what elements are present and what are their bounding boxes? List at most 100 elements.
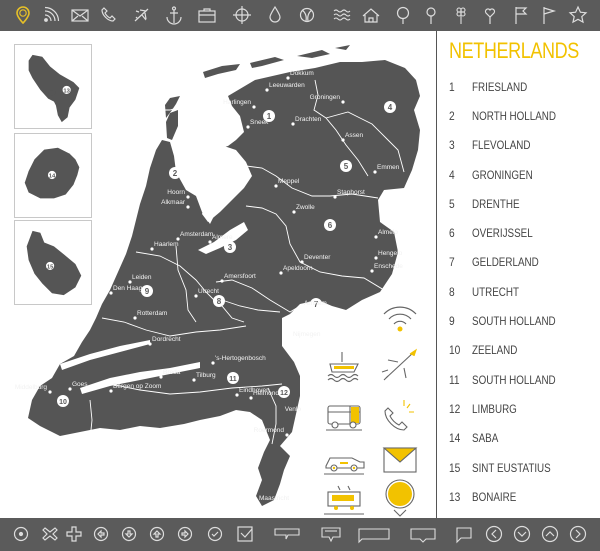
city-label: Almere (212, 234, 233, 241)
legend-title: NETHERLANDS (449, 38, 579, 63)
city-label: Tilburg (196, 372, 216, 379)
city-dot (290, 501, 294, 505)
arrow-right-circle-icon[interactable] (173, 523, 197, 545)
compass-icon[interactable] (231, 4, 253, 26)
legend-item-name: SINT EUSTATIUS (472, 460, 551, 475)
city-label: Den Haag (113, 285, 143, 292)
legend-item-name: BONAIRE (472, 489, 517, 504)
city-label: Utrecht (198, 288, 219, 295)
legend-item: 9 SOUTH HOLLAND (449, 306, 599, 335)
speech-bubble-small-icon[interactable] (318, 523, 344, 545)
water-drop-icon[interactable] (264, 4, 286, 26)
marker-3: 3 (224, 241, 236, 253)
city-label: Haarlem (154, 241, 179, 248)
waves-icon[interactable] (331, 4, 353, 26)
arrow-left-circle-icon[interactable] (89, 523, 113, 545)
city-label: Roermond (254, 427, 285, 434)
legend-item-name: GELDERLAND (472, 255, 539, 270)
legend-item: 13 BONAIRE (449, 482, 599, 511)
arrow-up-circle-icon[interactable] (145, 523, 169, 545)
check-circle-icon[interactable] (203, 523, 227, 545)
city-label: Amsterdam (180, 231, 213, 238)
marker-5: 5 (340, 160, 352, 172)
legend-item-name: SOUTH HOLLAND (472, 314, 556, 329)
legend-item-number: 6 (449, 226, 455, 241)
chevron-left-circle-icon[interactable] (482, 523, 506, 545)
city-label: Dokkum (290, 70, 314, 77)
clover-pin-icon[interactable] (450, 4, 472, 26)
city-label: Drachten (295, 116, 322, 123)
city-label: Breda (163, 369, 181, 376)
chevron-down-circle-icon[interactable] (510, 523, 534, 545)
legend-item-number: 2 (449, 108, 455, 123)
star-icon[interactable] (567, 4, 589, 26)
radio-dot-icon[interactable] (9, 523, 33, 545)
legend-item: 15 SINT EUSTATIUS (449, 453, 599, 482)
rss-icon[interactable] (40, 4, 62, 26)
legend-item-name: SABA (472, 431, 499, 446)
city-label: Amersfoort (224, 273, 256, 280)
small-pin-icon[interactable] (420, 4, 442, 26)
briefcase-icon[interactable] (196, 4, 218, 26)
airplane-icon[interactable] (131, 4, 153, 26)
svg-text:11: 11 (229, 376, 237, 383)
speech-bubble-wide-icon[interactable] (356, 523, 392, 545)
legend-item: 12 LIMBURG (449, 394, 599, 423)
legend-item-number: 15 (449, 460, 461, 475)
city-dot (302, 412, 306, 416)
phone-icon[interactable] (98, 4, 120, 26)
globe-icon[interactable] (296, 4, 318, 26)
city-label: Nijmegen (293, 331, 321, 338)
heart-pin-icon[interactable] (479, 4, 501, 26)
chevron-up-circle-icon[interactable] (538, 523, 562, 545)
legend-item-name: GRONINGEN (472, 167, 533, 182)
speech-bubble-center-icon[interactable] (408, 523, 438, 545)
svg-text:9: 9 (145, 287, 150, 296)
ship-icon (320, 344, 368, 386)
city-label: Emmen (377, 164, 400, 171)
home-icon[interactable] (360, 4, 382, 26)
city-label: Leiden (132, 274, 152, 281)
legend-item-number: 8 (449, 284, 455, 299)
city-label: Deventer (304, 254, 331, 261)
city-label: Arnhem (304, 300, 327, 307)
envelope-icon[interactable] (69, 4, 91, 26)
netherlands-map: 1 2 3 4 5 6 7 8 9 10 11 12 Dokkum Leeuwar… (0, 31, 436, 518)
legend-item-number: 12 (449, 401, 461, 416)
anchor-icon[interactable] (163, 4, 185, 26)
city-label: Hoorn (167, 189, 185, 196)
marker-9: 9 (141, 285, 153, 297)
chevron-right-circle-icon[interactable] (566, 523, 590, 545)
city-dot (48, 390, 52, 394)
airplane-icon (376, 344, 424, 386)
speech-bubble-icon[interactable] (272, 523, 302, 545)
legend-item-name: NORTH HOLLAND (472, 108, 557, 123)
city-label: Helmond (253, 390, 279, 397)
svg-text:4: 4 (388, 103, 393, 112)
legend-item-name: LIMBURG (472, 401, 517, 416)
flag-icon[interactable] (510, 4, 532, 26)
round-pin-icon[interactable] (392, 4, 414, 26)
city-label: Goes (72, 381, 88, 388)
close-x-icon[interactable] (38, 523, 62, 545)
arrow-down-circle-icon[interactable] (117, 523, 141, 545)
city-dot (341, 100, 345, 104)
city-label: Assen (345, 132, 363, 139)
speech-bubble-square-icon[interactable] (452, 523, 476, 545)
city-label: Enschede (374, 263, 403, 270)
legend-item: 1 FRIESLAND (449, 72, 599, 101)
city-label: Zwolle (296, 204, 315, 211)
bus-icon (320, 394, 368, 436)
checkbox-icon[interactable] (233, 523, 257, 545)
svg-text:5: 5 (344, 162, 349, 171)
legend-item-number: 11 (449, 372, 460, 387)
location-pin-icon[interactable] (12, 4, 34, 26)
legend-item-number: 14 (449, 431, 461, 446)
pennant-flag-icon[interactable] (538, 4, 560, 26)
legend-item-number: 1 (449, 79, 455, 94)
plus-icon[interactable] (62, 523, 86, 545)
legend-item-number: 7 (449, 255, 455, 270)
marker-11: 11 (227, 372, 239, 384)
legend-item: 7 GELDERLAND (449, 248, 599, 277)
svg-text:10: 10 (59, 399, 67, 406)
